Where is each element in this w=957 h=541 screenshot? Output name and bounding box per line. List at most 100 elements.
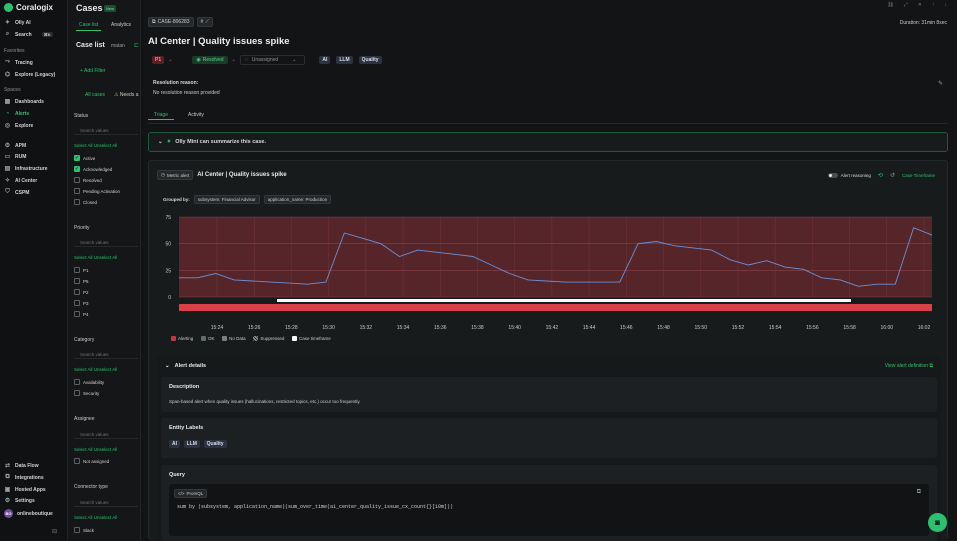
checkbox[interactable]: [74, 458, 80, 464]
case-id-chip[interactable]: ⧉ CASE-806283: [148, 17, 194, 27]
quick-tab-needs-attention[interactable]: ⚠ Needs a: [114, 92, 139, 98]
category-option[interactable]: Availability: [74, 379, 104, 385]
unselect-all-link[interactable]: Unselect All: [94, 367, 118, 372]
select-all-link[interactable]: Select All: [74, 367, 93, 372]
arrow-down-icon[interactable]: ↓: [945, 2, 948, 8]
nav-explore[interactable]: ◎ Explore: [4, 122, 33, 130]
checkbox[interactable]: [74, 390, 80, 396]
nav-explore-legacy[interactable]: ⌬ Explore (Legacy): [4, 71, 55, 79]
select-all-link[interactable]: Select All: [74, 255, 93, 260]
select-all-link[interactable]: Select All: [74, 515, 93, 520]
alert-details-header[interactable]: ⌄ Alert details: [165, 363, 206, 369]
nav-infrastructure[interactable]: ▤ Infrastructure: [4, 165, 48, 173]
assignee-option[interactable]: Not assigned: [74, 458, 109, 464]
close-icon[interactable]: ✕: [918, 2, 922, 8]
nav-dashboards[interactable]: ▦ Dashboards: [4, 98, 44, 106]
checkbox[interactable]: [74, 199, 80, 205]
checkbox[interactable]: [74, 527, 80, 533]
checkbox[interactable]: [74, 300, 80, 306]
assignee-dropdown[interactable]: ◌ Unassigned ⌄: [239, 55, 306, 65]
unselect-all-link[interactable]: Unselect All: [94, 255, 118, 260]
add-filter-button[interactable]: + Add Filter: [80, 68, 105, 74]
tab-activity[interactable]: Activity: [188, 111, 204, 120]
checkbox[interactable]: [74, 177, 80, 183]
status-option-closed[interactable]: Closed: [74, 199, 97, 205]
category-option[interactable]: Security: [74, 390, 99, 396]
checkbox[interactable]: [74, 188, 80, 194]
status-option-pending[interactable]: Pending Activation: [74, 188, 120, 194]
link-icon[interactable]: ⛓: [887, 2, 893, 8]
olly-summary-banner[interactable]: ⌄ ✦ Olly Mini can summarize this case.: [148, 132, 948, 152]
brand[interactable]: Coralogix: [4, 3, 53, 12]
legend-alerting[interactable]: Alerting: [171, 336, 193, 341]
nav-data-flow[interactable]: ⇄ Data Flow: [4, 462, 39, 470]
collapse-icon[interactable]: ⊏: [134, 42, 139, 49]
nav-tracing[interactable]: ⤳ Tracing: [4, 59, 33, 66]
nav-apm[interactable]: ⚙ APM: [4, 142, 26, 150]
copy-icon[interactable]: ⧉: [917, 489, 921, 496]
nav-rum[interactable]: ▭ RUM: [4, 153, 27, 161]
select-all-link[interactable]: Select All: [74, 447, 93, 452]
priority-search-input[interactable]: Search values: [74, 238, 138, 247]
category-search-input[interactable]: Search values: [74, 350, 138, 359]
status-option-active[interactable]: ✓ Active: [74, 155, 95, 161]
status-search-input[interactable]: Search values: [74, 126, 138, 135]
chevron-down-icon[interactable]: ⌄: [168, 57, 172, 63]
checkbox-checked-icon[interactable]: ✓: [74, 166, 80, 172]
alert-reasoning-toggle[interactable]: [827, 173, 838, 178]
assignee-search-input[interactable]: Search values: [74, 430, 138, 439]
refresh-icon[interactable]: ⟲: [878, 172, 883, 179]
checkbox-checked-icon[interactable]: ✓: [74, 155, 80, 161]
nav-hosted-apps[interactable]: ▣ Hosted Apps: [4, 486, 46, 494]
unselect-all-link[interactable]: Unselect All: [94, 447, 118, 452]
unselect-all-link[interactable]: Unselect All: [94, 515, 118, 520]
connector-search-input[interactable]: Search values: [74, 498, 138, 507]
checkbox[interactable]: [74, 379, 80, 385]
select-all-link[interactable]: Select All: [74, 143, 93, 148]
checkbox[interactable]: [74, 267, 80, 273]
priority-option[interactable]: P1: [74, 267, 89, 273]
nav-ai-center[interactable]: ✧ AI Center: [4, 177, 37, 185]
legend-case-timeframe[interactable]: Case timeframe: [292, 336, 331, 341]
nav-alerts[interactable]: ◔ Alerts: [4, 110, 30, 117]
user-filter[interactable]: matan: [111, 43, 125, 49]
undo-icon[interactable]: ↺: [890, 172, 895, 179]
user-menu[interactable]: BO onlineboutique: [4, 509, 53, 518]
priority-option[interactable]: P4: [74, 311, 89, 317]
priority-option[interactable]: P2: [74, 289, 89, 295]
nav-search[interactable]: ⌕ Search ⌘K: [4, 31, 53, 38]
nav-cspm[interactable]: ⛉ CSPM: [4, 189, 29, 196]
unselect-all-link[interactable]: Unselect All: [94, 143, 118, 148]
checkbox[interactable]: [74, 289, 80, 295]
legend-no-data[interactable]: No Data: [222, 336, 246, 341]
status-option-resolved[interactable]: Resolved: [74, 177, 102, 183]
alert-title[interactable]: AI Center | Quality issues spike: [197, 172, 286, 178]
tab-triage[interactable]: Triage: [148, 111, 174, 120]
edit-pencil-icon[interactable]: ✎: [938, 80, 943, 87]
case-timeframe-link[interactable]: Case Timeframe: [902, 173, 935, 178]
checkbox[interactable]: [74, 311, 80, 317]
tab-analytics[interactable]: Analytics: [108, 20, 134, 30]
connector-option[interactable]: Slack: [74, 527, 94, 533]
quick-tab-all-cases[interactable]: All cases: [85, 92, 105, 98]
alert-chart[interactable]: 0 25 50 75 15:24 15:26 15:28 15:30 15:32 15:34 15:…: [149, 211, 939, 336]
tab-case-list[interactable]: Case list: [76, 20, 102, 31]
status-option-acknowledged[interactable]: ✓ Acknowledged: [74, 166, 112, 172]
legend-ok[interactable]: OK: [200, 336, 214, 341]
priority-option[interactable]: P5: [74, 278, 89, 284]
nav-settings[interactable]: ⚙ Settings: [4, 497, 35, 505]
checkbox[interactable]: [74, 278, 80, 284]
nav-integrations[interactable]: ⧉ Integrations: [4, 474, 43, 481]
nav-olly-ai[interactable]: ✦ Olly AI: [4, 19, 31, 27]
chevron-down-icon[interactable]: ⌄: [232, 57, 236, 63]
hash-chip[interactable]: # ⟋: [196, 17, 213, 27]
query-editor[interactable]: </> PromQL ⧉ sum by (subsystem, applicati…: [169, 484, 929, 536]
arrow-up-icon[interactable]: ↑: [932, 2, 935, 8]
expand-icon[interactable]: ⤢: [904, 2, 908, 8]
status-dropdown[interactable]: ◉ Resolved: [192, 56, 228, 64]
priority-badge[interactable]: P1: [152, 56, 165, 64]
priority-option[interactable]: P3: [74, 300, 89, 306]
legend-suppressed[interactable]: Suppressed: [253, 336, 284, 341]
view-alert-definition-link[interactable]: View alert definition ⧉: [885, 363, 933, 369]
collapse-sidebar-icon[interactable]: ⊟: [52, 528, 57, 535]
